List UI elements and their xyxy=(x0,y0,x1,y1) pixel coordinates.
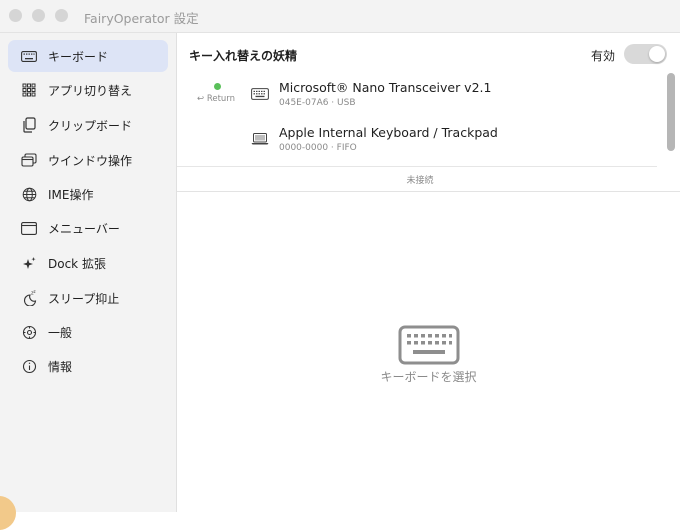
sidebar-item-menubar[interactable]: メニューバー xyxy=(8,212,168,244)
section-title: キー入れ替えの妖精 xyxy=(189,49,298,63)
moon-sleep-icon: zz xyxy=(20,289,38,307)
return-hint: ↩ Return xyxy=(197,94,236,104)
sidebar: キーボード アプリ切り替え クリップボード ウインドウ操作 IME操作 メニュー… xyxy=(0,33,177,530)
sidebar-item-general[interactable]: 一般 xyxy=(8,316,168,348)
empty-state-text: キーボードを選択 xyxy=(380,370,477,384)
device-meta: 0000-0000 · FIFO xyxy=(279,143,357,153)
window-title: FairyOperator 設定 xyxy=(84,11,199,26)
connected-status-dot xyxy=(214,83,221,90)
sidebar-item-label: 情報 xyxy=(48,359,73,374)
keyboard-icon xyxy=(251,88,269,100)
keyboard-icon xyxy=(20,47,38,65)
list-divider xyxy=(177,166,657,167)
sidebar-item-dock[interactable]: Dock 拡張 xyxy=(8,247,168,279)
clipboard-icon xyxy=(20,116,38,134)
main-panel: キー入れ替えの妖精 有効 ↩ Return Microsoft® Nano Tr… xyxy=(177,33,680,512)
device-list-scrollbar[interactable] xyxy=(667,73,675,151)
sidebar-item-label: スリープ抑止 xyxy=(48,291,120,306)
minimize-window-button[interactable] xyxy=(32,9,45,22)
title-bar: FairyOperator 設定 xyxy=(0,0,680,33)
empty-state: キーボードを選択 xyxy=(177,325,680,385)
sidebar-item-ime[interactable]: IME操作 xyxy=(8,178,168,210)
app-grid-icon xyxy=(20,81,38,99)
sidebar-item-label: キーボード xyxy=(48,49,109,64)
sidebar-item-label: IME操作 xyxy=(48,187,94,202)
sidebar-item-keyboard[interactable]: キーボード xyxy=(8,40,168,72)
svg-text:z: z xyxy=(33,290,35,294)
laptop-icon xyxy=(251,133,269,145)
section-divider xyxy=(177,191,680,192)
corner-decoration xyxy=(0,496,16,530)
window-stack-icon xyxy=(20,151,38,169)
sidebar-item-label: メニューバー xyxy=(48,221,120,236)
device-name: Apple Internal Keyboard / Trackpad xyxy=(279,125,498,140)
sidebar-item-clipboard[interactable]: クリップボード xyxy=(8,109,168,141)
sparkle-icon xyxy=(20,254,38,272)
sidebar-item-label: クリップボード xyxy=(48,118,133,133)
globe-icon xyxy=(20,185,38,203)
device-row[interactable]: ↩ Return Microsoft® Nano Transceiver v2.… xyxy=(177,73,667,118)
enable-toggle[interactable] xyxy=(624,44,667,64)
keyboard-large-icon xyxy=(398,325,460,365)
sidebar-item-label: 一般 xyxy=(48,325,73,340)
unconnected-label: 未接続 xyxy=(406,176,434,186)
device-meta: 045E-07A6 · USB xyxy=(279,98,356,108)
menubar-icon xyxy=(20,219,38,237)
toggle-knob xyxy=(649,46,665,62)
zoom-window-button[interactable] xyxy=(55,9,68,22)
sidebar-item-label: アプリ切り替え xyxy=(48,83,133,98)
info-icon xyxy=(20,357,38,375)
sidebar-item-window[interactable]: ウインドウ操作 xyxy=(8,144,168,176)
sidebar-item-app-switch[interactable]: アプリ切り替え xyxy=(8,74,168,106)
sidebar-item-label: Dock 拡張 xyxy=(48,256,106,271)
device-name: Microsoft® Nano Transceiver v2.1 xyxy=(279,80,492,95)
sidebar-item-info[interactable]: 情報 xyxy=(8,350,168,382)
device-row[interactable]: Apple Internal Keyboard / Trackpad 0000-… xyxy=(177,118,667,163)
device-list: ↩ Return Microsoft® Nano Transceiver v2.… xyxy=(177,73,680,191)
sidebar-item-label: ウインドウ操作 xyxy=(48,153,133,168)
gear-icon xyxy=(20,323,38,341)
enable-label: 有効 xyxy=(591,49,616,63)
close-window-button[interactable] xyxy=(9,9,22,22)
sidebar-item-sleep[interactable]: zz スリープ抑止 xyxy=(8,282,168,314)
